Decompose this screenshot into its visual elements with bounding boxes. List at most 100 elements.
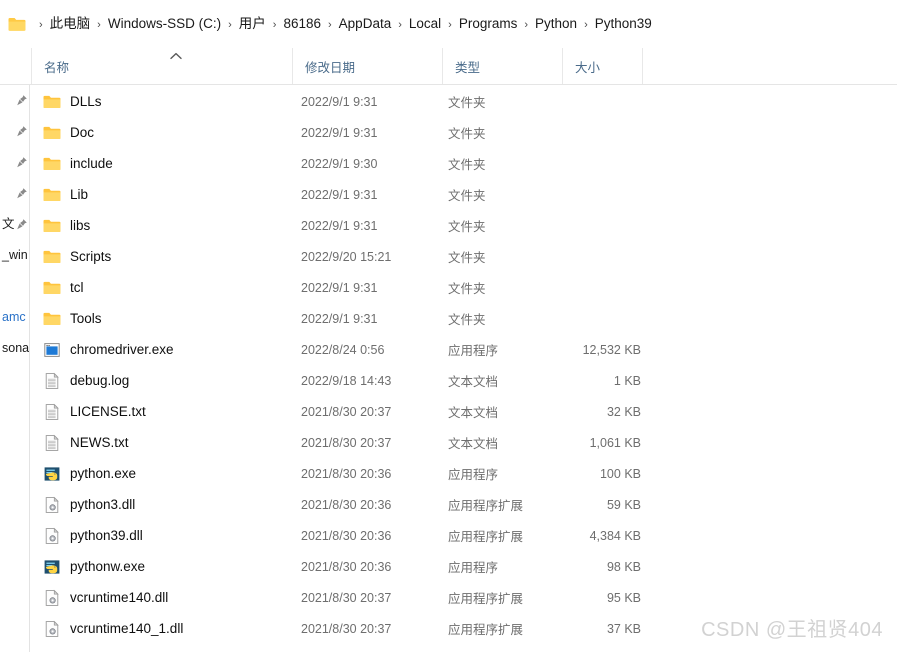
file-type-cell: 文本文档 (448, 437, 499, 451)
file-name-cell[interactable]: LICENSE.txt (43, 396, 146, 427)
file-row[interactable]: vcruntime140.dll 2021/8/30 20:37 应用程序扩展 95 … (31, 582, 897, 613)
breadcrumb-items[interactable]: › 此电脑 › Windows-SSD (C:) › 用户 › 86186 › AppData › L… (32, 15, 652, 33)
breadcrumb-item[interactable]: Windows-SSD (C:) (108, 16, 221, 31)
breadcrumb-item[interactable]: 此电脑 (50, 16, 91, 31)
file-row[interactable]: LICENSE.txt 2021/8/30 20:37 文本文档 32 KB (31, 396, 897, 427)
file-name-label: vcruntime140.dll (70, 590, 169, 605)
nav-item[interactable] (0, 85, 29, 116)
file-name-label: NEWS.txt (70, 435, 129, 450)
file-row[interactable]: pythonw.exe 2021/8/30 20:36 应用程序 98 KB (31, 551, 897, 582)
column-header-name[interactable]: 名称 (31, 48, 292, 84)
file-row[interactable]: DLLs 2022/9/1 9:31 文件夹 (31, 86, 897, 117)
file-name-cell[interactable]: DLLs (43, 86, 102, 117)
file-row[interactable]: debug.log 2022/9/18 14:43 文本文档 1 KB (31, 365, 897, 396)
file-name-cell[interactable]: libs (43, 210, 90, 241)
breadcrumb-item[interactable]: Programs (459, 16, 518, 31)
nav-item-label: amc (2, 310, 26, 325)
breadcrumb-bar[interactable]: › 此电脑 › Windows-SSD (C:) › 用户 › 86186 › AppData › L… (0, 0, 897, 48)
file-name-cell[interactable]: pythonw.exe (43, 551, 145, 582)
file-type-cell: 应用程序 (448, 561, 499, 575)
breadcrumb-item[interactable]: AppData (339, 16, 392, 31)
file-row[interactable]: include 2022/9/1 9:30 文件夹 (31, 148, 897, 179)
file-row[interactable]: python.exe 2021/8/30 20:36 应用程序 100 KB (31, 458, 897, 489)
file-size-cell: 32 KB (606, 404, 641, 419)
nav-item[interactable]: _win (0, 240, 29, 271)
nav-item-label: 文 (2, 217, 15, 232)
file-row[interactable]: Doc 2022/9/1 9:31 文件夹 (31, 117, 897, 148)
file-row[interactable]: NEWS.txt 2021/8/30 20:37 文本文档 1,061 KB (31, 427, 897, 458)
nav-item[interactable] (0, 147, 29, 178)
file-name-cell[interactable]: debug.log (43, 365, 129, 396)
pin-icon[interactable] (15, 218, 28, 231)
nav-item[interactable] (0, 271, 29, 302)
file-date-cell: 2022/8/24 0:56 (301, 342, 385, 357)
pin-icon[interactable] (15, 156, 28, 169)
file-name-cell[interactable]: python.exe (43, 458, 136, 489)
dll-file-icon (45, 496, 59, 513)
file-name-cell[interactable]: include (43, 148, 113, 179)
file-name-cell[interactable]: NEWS.txt (43, 427, 129, 458)
file-date-cell: 2021/8/30 20:36 (301, 559, 392, 574)
file-type-cell: 文件夹 (448, 282, 486, 296)
nav-item-label: sona (2, 341, 30, 356)
file-name-cell[interactable]: Doc (43, 117, 94, 148)
dll-file-icon (45, 620, 59, 637)
nav-item[interactable] (0, 116, 29, 147)
pin-icon[interactable] (15, 187, 28, 200)
file-row[interactable]: Scripts 2022/9/20 15:21 文件夹 (31, 241, 897, 272)
file-name-label: include (70, 156, 113, 171)
file-row[interactable]: chromedriver.exe 2022/8/24 0:56 应用程序 12,532… (31, 334, 897, 365)
file-name-cell[interactable]: Tools (43, 303, 102, 334)
navigation-pane[interactable]: 文 _winamc sona (0, 85, 30, 652)
column-header-size[interactable]: 大小 (562, 48, 642, 84)
nav-item[interactable]: sona (0, 333, 30, 364)
breadcrumb-separator: › (398, 19, 402, 31)
column-header-spacer[interactable] (642, 48, 682, 84)
breadcrumb-separator: › (39, 19, 43, 31)
column-header-date-modified[interactable]: 修改日期 (292, 48, 442, 84)
file-name-label: debug.log (70, 373, 130, 388)
pin-icon[interactable] (15, 125, 28, 138)
dll-file-icon (45, 589, 59, 606)
file-name-cell[interactable]: tcl (43, 272, 84, 303)
file-row[interactable]: python39.dll 2021/8/30 20:36 应用程序扩展 4,384 K… (31, 520, 897, 551)
file-row[interactable]: libs 2022/9/1 9:31 文件夹 (31, 210, 897, 241)
file-name-cell[interactable]: python39.dll (43, 520, 143, 551)
breadcrumb-item[interactable]: 86186 (283, 16, 321, 31)
file-name-cell[interactable]: vcruntime140.dll (43, 582, 168, 613)
breadcrumb-separator: › (524, 19, 529, 31)
file-row[interactable]: tcl 2022/9/1 9:31 文件夹 (31, 272, 897, 303)
file-size-cell: 4,384 KB (589, 528, 641, 543)
nav-item[interactable] (0, 178, 29, 209)
file-name-cell[interactable]: python3.dll (43, 489, 135, 520)
file-row[interactable]: Lib 2022/9/1 9:31 文件夹 (31, 179, 897, 210)
folder-icon (43, 281, 61, 294)
file-type-cell: 文本文档 (448, 375, 499, 389)
nav-item[interactable]: 文 (0, 209, 29, 240)
breadcrumb-item[interactable]: Local (409, 16, 441, 31)
breadcrumb-item[interactable]: Python39 (595, 16, 652, 31)
file-list[interactable]: DLLs 2022/9/1 9:31 文件夹 Doc 2022/9/1 9:31 文件夹 i… (31, 85, 897, 652)
file-name-cell[interactable]: Scripts (43, 241, 111, 272)
folder-icon (43, 95, 61, 108)
text-file-icon (45, 403, 59, 420)
breadcrumb-item[interactable]: Python (535, 16, 577, 31)
file-row[interactable]: Tools 2022/9/1 9:31 文件夹 (31, 303, 897, 334)
nav-item[interactable]: amc (0, 302, 29, 333)
breadcrumb-item[interactable]: 用户 (239, 16, 266, 31)
file-name-cell[interactable]: Lib (43, 179, 88, 210)
file-name-label: python.exe (70, 466, 137, 481)
file-date-cell: 2022/9/1 9:31 (301, 280, 378, 295)
text-file-icon (45, 434, 59, 451)
file-row[interactable]: python3.dll 2021/8/30 20:36 应用程序扩展 59 KB (31, 489, 897, 520)
column-header-type[interactable]: 类型 (442, 48, 562, 84)
file-name-label: python3.dll (70, 497, 136, 512)
file-size-cell (526, 272, 641, 303)
pin-icon[interactable] (15, 94, 28, 107)
file-name-cell[interactable]: vcruntime140_1.dll (43, 613, 183, 644)
column-header-row[interactable]: 名称 修改日期 类型 大小 (0, 48, 897, 85)
sort-ascending-icon (170, 52, 182, 60)
file-type-cell: 文件夹 (448, 158, 486, 172)
file-name-cell[interactable]: chromedriver.exe (43, 334, 174, 365)
file-name-label: chromedriver.exe (70, 342, 174, 357)
